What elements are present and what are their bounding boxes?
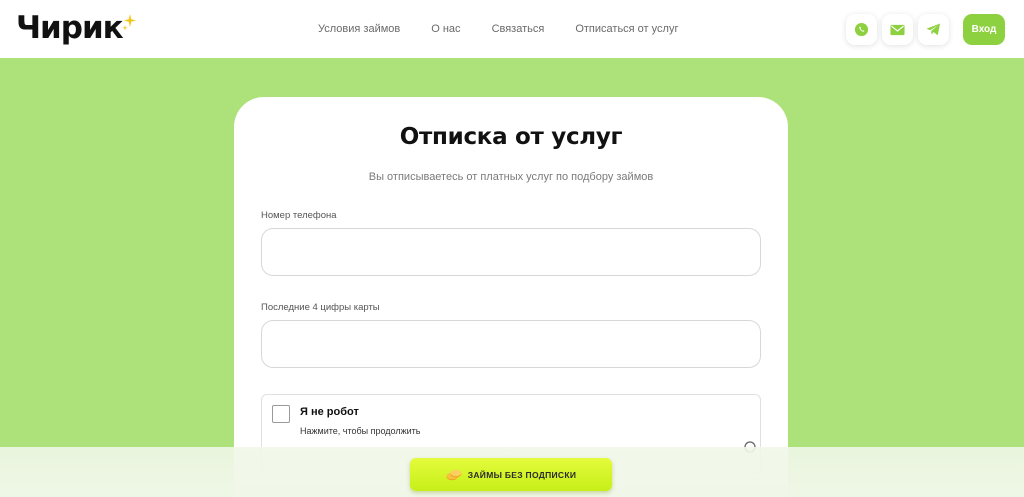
captcha-subtitle: Нажмите, чтобы продолжить — [300, 426, 421, 436]
nav-loan-terms[interactable]: Условия займов — [318, 22, 400, 36]
telegram-button[interactable] — [918, 14, 949, 45]
main-nav: Условия займов О нас Связаться Отписатьс… — [318, 22, 709, 36]
mail-icon — [890, 24, 905, 35]
unsubscribe-card: Отписка от услуг Вы отписываетесь от пла… — [234, 97, 788, 497]
nav-about[interactable]: О нас — [431, 22, 460, 36]
sparkle-icon — [122, 14, 136, 31]
coins-icon — [446, 469, 462, 480]
nav-contact[interactable]: Связаться — [492, 22, 545, 36]
page-title: Отписка от услуг — [399, 124, 623, 150]
page-subtitle: Вы отписываетесь от платных услуг по под… — [368, 171, 654, 183]
logo[interactable]: Чирик — [16, 10, 137, 46]
phone-label: Номер телефона — [261, 210, 337, 221]
telegram-icon — [926, 23, 940, 36]
captcha-title: Я не робот — [300, 406, 359, 418]
site-header: Чирик Условия займов О нас Связаться Отп… — [0, 0, 1024, 58]
card-digits-label: Последние 4 цифры карты — [261, 302, 380, 313]
whatsapp-button[interactable] — [846, 14, 877, 45]
loans-without-subscription-button[interactable]: ЗАЙМЫ БЕЗ ПОДПИСКИ — [410, 458, 612, 491]
phone-input[interactable] — [261, 228, 761, 276]
whatsapp-icon — [854, 22, 869, 37]
captcha-checkbox[interactable] — [272, 405, 290, 423]
login-button[interactable]: Вход — [963, 14, 1005, 45]
logo-text: Чирик — [16, 10, 124, 46]
nav-unsubscribe[interactable]: Отписаться от услуг — [575, 22, 678, 36]
mail-button[interactable] — [882, 14, 913, 45]
card-digits-input[interactable] — [261, 320, 761, 368]
cta-label: ЗАЙМЫ БЕЗ ПОДПИСКИ — [467, 469, 577, 480]
